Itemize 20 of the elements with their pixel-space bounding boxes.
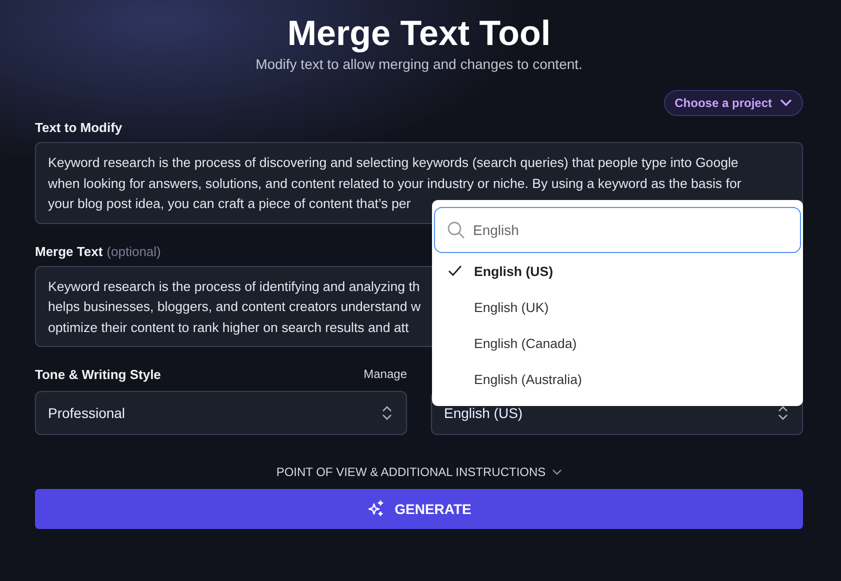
page-subtitle: Modify text to allow merging and changes to content. bbox=[254, 56, 584, 72]
page-title: Merge Text Tool bbox=[286, 14, 552, 54]
additional-instructions-toggle[interactable]: POINT OF VIEW & ADDITIONAL INSTRUCTIONS bbox=[274, 463, 564, 481]
chevron-down-icon bbox=[780, 99, 792, 107]
checkmark-icon bbox=[448, 265, 462, 277]
optional-hint: (optional) bbox=[106, 244, 161, 261]
tone-select[interactable]: Professional bbox=[35, 391, 407, 435]
field-label: Merge Text bbox=[35, 244, 103, 258]
language-option[interactable]: English (UK) bbox=[434, 289, 801, 325]
chevron-down-icon bbox=[552, 469, 562, 475]
up-down-chevron-icon bbox=[382, 406, 392, 420]
choose-project-button[interactable]: Choose a project bbox=[664, 90, 803, 116]
sparkles-icon bbox=[366, 500, 385, 518]
search-icon bbox=[447, 221, 465, 239]
field-label: Text to Modify bbox=[35, 120, 124, 135]
field-label: Tone & Writing Style bbox=[35, 366, 161, 382]
manage-link[interactable]: Manage bbox=[364, 367, 407, 381]
generate-button[interactable]: GENERATE bbox=[35, 489, 803, 529]
language-search-field[interactable]: English bbox=[434, 207, 801, 253]
up-down-chevron-icon bbox=[778, 406, 788, 420]
